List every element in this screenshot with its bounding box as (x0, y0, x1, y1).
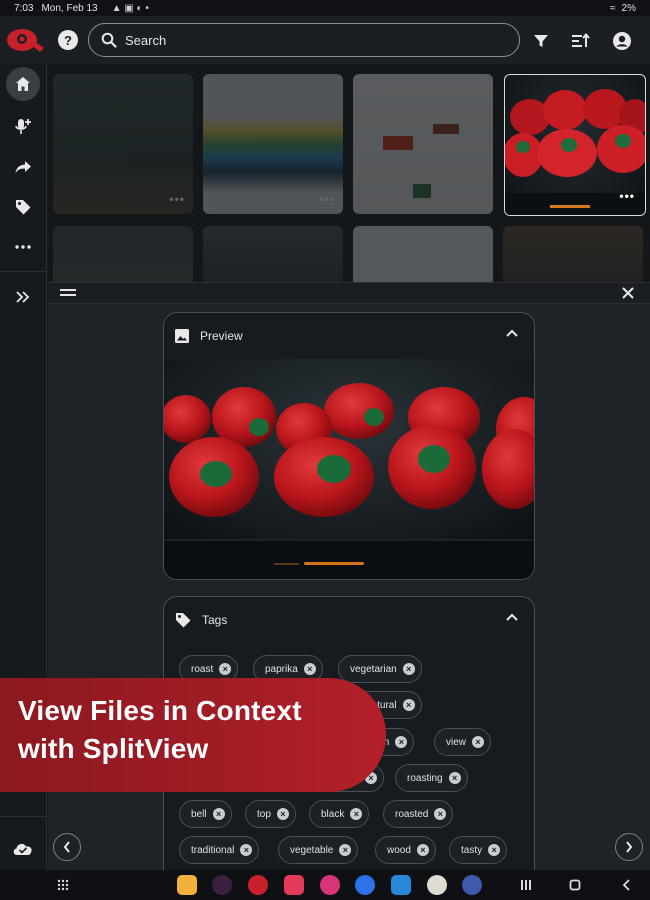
remove-tag-icon[interactable]: × (416, 844, 429, 856)
battery-level: 2% (621, 2, 636, 14)
gallery-thumbnail[interactable] (53, 226, 193, 282)
more-icon[interactable] (6, 230, 40, 264)
close-icon[interactable] (620, 285, 636, 301)
home-nav-icon[interactable] (569, 879, 581, 891)
selected-thumbnail[interactable]: ••• (504, 74, 646, 216)
brand-app-icon[interactable] (248, 875, 268, 895)
slack-app-icon[interactable] (212, 875, 232, 895)
notification-icons: ▲ ▣ ◐ • (111, 2, 149, 14)
status-date: Mon, Feb 13 (41, 2, 98, 14)
sync-app-icon[interactable] (391, 875, 411, 895)
remove-tag-icon[interactable]: × (303, 663, 316, 675)
voice-add-icon[interactable] (6, 109, 40, 143)
gallery-thumbnail[interactable] (353, 74, 493, 214)
remove-tag-icon[interactable]: × (212, 808, 225, 820)
app-bar: ? Search (0, 16, 650, 64)
tag-icon[interactable] (6, 190, 40, 224)
gallery-thumbnail[interactable] (203, 226, 343, 282)
tag-chip[interactable]: bell × (179, 800, 232, 828)
tag-chip[interactable]: vegetable × (278, 836, 359, 864)
remove-tag-icon[interactable]: × (488, 844, 501, 856)
remove-tag-icon[interactable]: × (402, 699, 415, 711)
tags-title: Tags (202, 613, 228, 627)
help-icon[interactable]: ? (58, 30, 78, 50)
tag-icon (176, 613, 191, 628)
tag-chip[interactable]: wood × (375, 836, 436, 864)
expand-icon[interactable] (6, 280, 40, 314)
chevron-right-icon (626, 841, 633, 853)
more-options-icon[interactable]: ••• (619, 189, 635, 203)
home-icon[interactable] (6, 67, 40, 101)
tag-chip[interactable]: roasted × (383, 800, 454, 828)
remove-tag-icon[interactable]: × (402, 663, 415, 675)
search-bar[interactable]: Search (88, 23, 520, 57)
tag-chip[interactable]: tasty × (449, 836, 508, 864)
search-icon (101, 32, 117, 48)
share-icon[interactable] (6, 150, 40, 184)
recents-icon[interactable] (520, 879, 532, 891)
remove-tag-icon[interactable]: × (350, 808, 363, 820)
promo-banner: View Files in Context with SplitView (0, 678, 386, 792)
remove-tag-icon[interactable]: × (276, 808, 289, 820)
more-options-icon[interactable]: ••• (319, 192, 335, 206)
sort-icon[interactable] (570, 30, 592, 52)
wifi-icon: ≈ (610, 2, 616, 14)
preview-title: Preview (200, 329, 243, 343)
banner-line-2: with SplitView (18, 733, 209, 764)
flower-app-icon[interactable] (320, 875, 340, 895)
search-placeholder: Search (125, 32, 167, 48)
app-logo[interactable] (4, 24, 46, 56)
remove-tag-icon[interactable]: × (472, 736, 485, 748)
file-gallery: ••• ••• ••• (48, 64, 650, 282)
files-app-icon[interactable] (177, 875, 197, 895)
app-drawer-icon[interactable] (57, 879, 69, 891)
tag-chip[interactable]: black × (309, 800, 370, 828)
tag-chip[interactable]: vegetarian × (338, 655, 422, 683)
rail-divider (0, 271, 47, 272)
gallery-thumbnail[interactable]: ••• (203, 74, 343, 214)
remove-tag-icon[interactable]: × (434, 808, 447, 820)
remove-tag-icon[interactable]: × (219, 663, 232, 675)
chevron-up-icon[interactable] (506, 329, 518, 337)
banner-line-1: View Files in Context (18, 695, 302, 726)
status-time: 7:03 (14, 2, 34, 14)
preview-image (164, 359, 534, 579)
cloud-sync-icon[interactable] (6, 831, 40, 865)
video-app-icon[interactable] (355, 875, 375, 895)
remove-tag-icon[interactable]: × (395, 736, 408, 748)
remove-tag-icon[interactable]: × (240, 844, 253, 856)
tag-chip[interactable]: view × (434, 728, 492, 756)
split-divider[interactable] (48, 282, 650, 304)
back-icon[interactable] (621, 879, 631, 891)
status-bar: 7:03 Mon, Feb 13 ▲ ▣ ◐ • ≈ 2% (0, 0, 650, 16)
remove-tag-icon[interactable]: × (448, 772, 461, 784)
filter-icon[interactable] (530, 30, 552, 52)
tag-chip[interactable]: roasting × (395, 764, 468, 792)
gallery-thumbnail[interactable] (503, 226, 643, 282)
drag-handle-icon[interactable] (60, 289, 76, 297)
tags-header[interactable]: Tags (164, 597, 534, 643)
chevron-up-icon[interactable] (506, 613, 518, 621)
account-icon[interactable] (611, 30, 633, 52)
preview-card: Preview (163, 312, 535, 580)
preview-header[interactable]: Preview (164, 313, 534, 359)
remove-tag-icon[interactable]: × (339, 844, 352, 856)
next-button[interactable] (615, 833, 643, 861)
tree-app-icon[interactable] (427, 875, 447, 895)
camera-app-icon[interactable] (284, 875, 304, 895)
gallery-thumbnail[interactable] (353, 226, 493, 282)
settings-app-icon[interactable] (462, 875, 482, 895)
system-taskbar (0, 870, 650, 900)
image-icon (175, 329, 189, 343)
gallery-thumbnail[interactable]: ••• (53, 74, 193, 214)
chevron-left-icon (63, 841, 70, 853)
rail-divider-bottom (0, 816, 47, 817)
previous-button[interactable] (53, 833, 81, 861)
more-options-icon[interactable]: ••• (169, 192, 185, 206)
tag-chip[interactable]: traditional × (179, 836, 260, 864)
tag-chip[interactable]: top × (245, 800, 296, 828)
